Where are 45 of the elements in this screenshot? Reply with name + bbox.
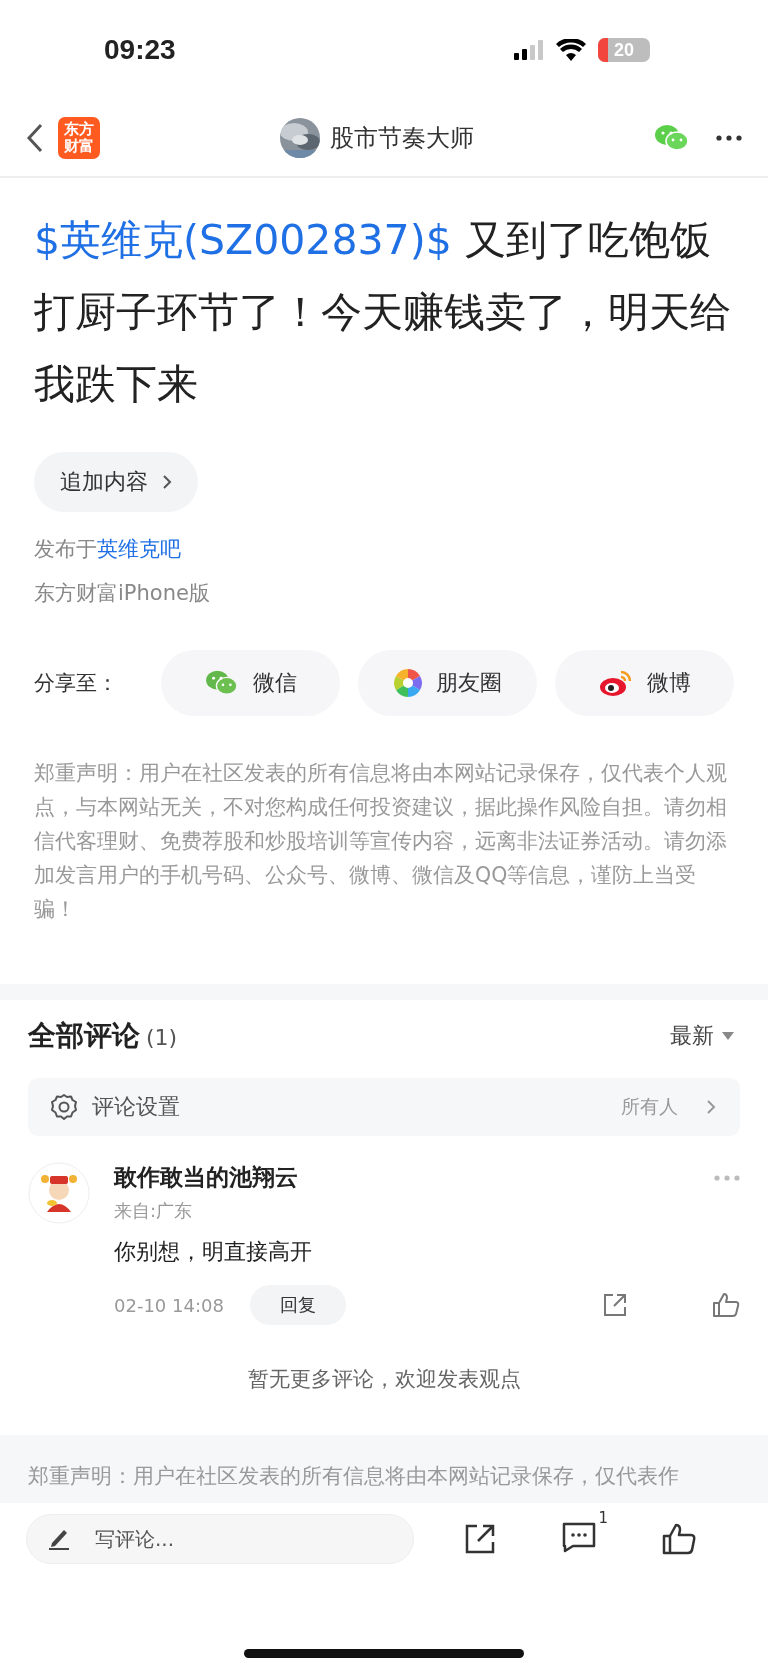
stock-link[interactable]: $英维克(SZ002837)$ [34, 216, 452, 264]
thumbs-up-icon[interactable] [712, 1292, 740, 1318]
aperture-icon [393, 669, 422, 697]
settings-value: 所有人 [621, 1094, 678, 1119]
commenter-name[interactable]: 敢作敢当的池翔云 [114, 1162, 298, 1193]
comment-count: (1) [146, 1025, 178, 1050]
share-button[interactable]: 朋友圈 [358, 650, 538, 716]
comment-input[interactable]: 写评论... [26, 1514, 414, 1564]
post-text: $英维克(SZ002837)$ 又到了吃饱饭打厨子环节了！今天赚钱卖了，明天给我跌下来 [34, 215, 732, 410]
sort-dropdown[interactable]: 最新 [664, 1020, 740, 1052]
disclaimer-text: 郑重声明：用户在社区发表的所有信息将由本网站记录保存，仅代表个人观点，与本网站无关，不对您构成任何投资建议，据此操作风险自担。请勿相信代客理财、免费荐股和炒股培训等宣传内容，远离非法证券活动。请勿添加发言用户的手机号码、公众号、微博、微信及QQ等信息，谨防上当受骗！ [34, 760, 728, 923]
share-icon[interactable] [464, 1523, 496, 1555]
forum-link[interactable]: 英维克吧 [97, 537, 181, 561]
comment-icon[interactable] [562, 1521, 596, 1553]
chevron-icon [162, 474, 172, 490]
comment-time: 02-10 14:08 [114, 1294, 224, 1316]
thumbs-up-icon[interactable] [662, 1523, 696, 1555]
comments-title: 全部评论 [28, 1018, 140, 1054]
no-more-comments-text: 暂无更多评论，欢迎发表观点 [246, 1366, 522, 1393]
author-name[interactable]: 股市节奏大师 [330, 122, 474, 154]
dropdown-icon [722, 1032, 734, 1040]
more-icon[interactable] [716, 135, 742, 141]
commenter-location: 来自:广东 [114, 1199, 194, 1223]
wechat-icon [204, 669, 239, 697]
chevron-icon [706, 1099, 716, 1115]
status-time: 09:23 [104, 34, 176, 66]
reply-button[interactable]: 回复 [249, 1285, 346, 1325]
disclaimer-text: 郑重声明：用户在社区发表的所有信息将由本网站记录保存，仅代表作 [28, 1463, 680, 1490]
settings-icon [50, 1093, 78, 1121]
signal-icon [514, 40, 544, 60]
comment-text: 你别想，明直接高开 [114, 1238, 313, 1266]
append-content-button[interactable]: 追加内容 [34, 452, 198, 512]
avatar-icon[interactable] [28, 1162, 90, 1224]
published-in-text: 发布于英维克吧 [34, 536, 182, 563]
share-button[interactable]: 微博 [555, 650, 734, 716]
settings-label: 评论设置 [92, 1093, 181, 1121]
wifi-icon [556, 39, 586, 61]
source-text: 东方财富iPhone版 [34, 580, 211, 607]
battery-icon: 20 [598, 38, 650, 62]
back-icon[interactable] [26, 123, 44, 153]
comment-count-label: 1 [598, 1509, 608, 1527]
comment-settings-row[interactable]: 评论设置 所有人 [28, 1078, 740, 1136]
share-label: 分享至： [34, 670, 119, 697]
share-button[interactable]: 微信 [161, 650, 341, 716]
weibo-icon [598, 669, 633, 697]
